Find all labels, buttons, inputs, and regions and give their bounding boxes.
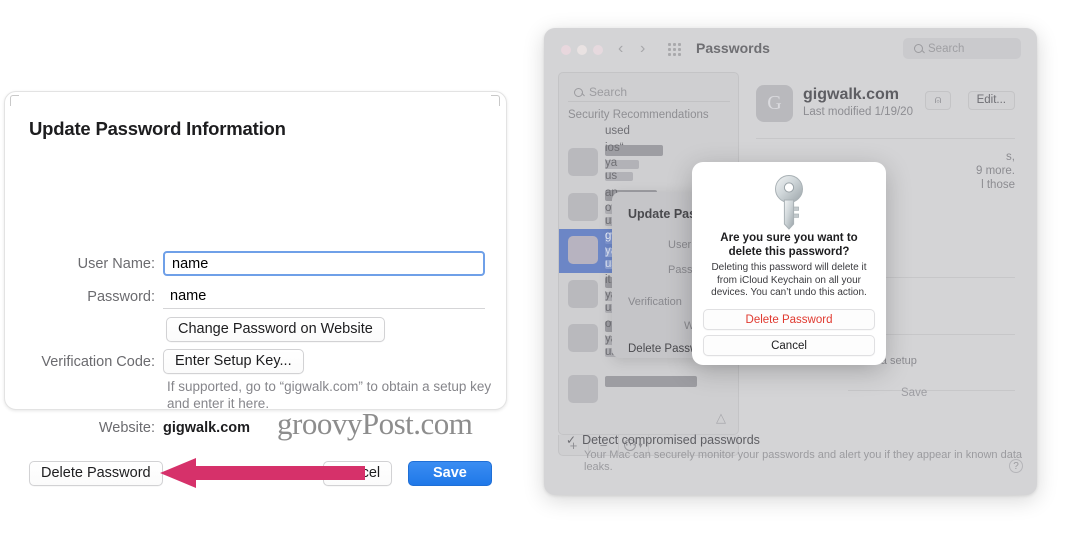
list-item-fragment: used: [605, 125, 630, 137]
website-label: Website:: [98, 420, 155, 436]
grid-icon[interactable]: [668, 43, 681, 56]
username-input[interactable]: name: [163, 251, 485, 276]
search-icon: [914, 44, 923, 53]
list-item-fragment: ya: [605, 157, 618, 169]
divider: [756, 138, 1015, 139]
watermark: groovyPost.com: [277, 406, 473, 441]
username-row: User Name: name: [29, 251, 485, 276]
change-password-on-website-button[interactable]: Change Password on Website: [166, 317, 385, 342]
alert-body: Deleting this password will delete it fr…: [711, 262, 867, 298]
share-icon[interactable]: ⍝: [925, 91, 951, 110]
website-row: Website: gigwalk.com: [29, 420, 250, 436]
detail-site-title: gigwalk.com: [803, 86, 900, 103]
website-value: gigwalk.com: [163, 420, 251, 436]
background-sheet-verification-label: Verification: [628, 296, 682, 308]
sidebar-search-placeholder: Search: [589, 85, 628, 99]
site-avatar: G: [756, 85, 793, 122]
detect-compromised-passwords-label: Detect compromised passwords: [582, 433, 760, 447]
detail-last-modified: Last modified 1/19/20: [803, 106, 913, 118]
list-item-thumbnail: [568, 280, 598, 308]
list-item-thumbnail: [568, 193, 598, 221]
list-item-thumbnail: [568, 375, 598, 403]
verification-code-row: Verification Code: Enter Setup Key...: [29, 349, 304, 374]
delete-confirmation-alert: Are you sure you want to delete this pas…: [692, 162, 886, 365]
background-sheet-username-label: User: [668, 239, 692, 251]
verification-code-label: Verification Code:: [41, 353, 155, 370]
sidebar-search-input[interactable]: Search: [568, 83, 730, 102]
username-label: User Name:: [77, 255, 155, 272]
save-button[interactable]: Save: [408, 461, 492, 486]
detail-text-fragment: l those: [981, 179, 1015, 191]
list-item-fragment: us: [605, 170, 618, 182]
update-password-dialog: Update Password Information User Name: n…: [4, 91, 507, 488]
delete-password-button[interactable]: Delete Password: [29, 461, 163, 486]
close-window-button[interactable]: [561, 45, 571, 55]
edit-button[interactable]: Edit...: [967, 91, 1015, 110]
warning-triangle-icon: △: [716, 410, 726, 425]
screenshot-root: Update Password Information User Name: n…: [0, 0, 1080, 549]
password-input[interactable]: name: [163, 284, 485, 309]
password-row: Password: name: [29, 284, 485, 309]
chevron-right-icon[interactable]: ›: [640, 40, 645, 58]
password-label: Password:: [87, 288, 155, 305]
list-item-thumbnail: [568, 324, 598, 352]
divider: [848, 390, 1015, 391]
list-item-fragment: ios“: [605, 142, 624, 154]
background-sheet-password-label: Pass: [668, 264, 693, 276]
dialog-title: Update Password Information: [29, 118, 286, 139]
help-button[interactable]: ?: [1009, 459, 1023, 473]
detect-compromised-passwords-row[interactable]: ✓ Detect compromised passwords Your Mac …: [566, 433, 1023, 473]
toolbar-search-placeholder: Search: [928, 42, 965, 55]
dialog-corner-mark-right: [491, 95, 500, 106]
key-icon: [775, 175, 803, 230]
background-sheet-delete-button[interactable]: Delete Passw: [628, 343, 698, 355]
detect-compromised-passwords-sublabel: Your Mac can securely monitor your passw…: [584, 449, 1022, 473]
toolbar-search-field[interactable]: Search: [903, 38, 1021, 59]
checkmark-icon: ✓: [566, 433, 577, 447]
chevron-left-icon[interactable]: ‹: [618, 40, 623, 58]
cancel-button[interactable]: Cancel: [323, 461, 393, 486]
window-titlebar: ‹ › Passwords Search: [544, 28, 1037, 70]
window-title: Passwords: [696, 40, 770, 56]
enter-setup-key-button[interactable]: Enter Setup Key...: [163, 349, 304, 374]
background-sheet-save-button[interactable]: Save: [901, 387, 927, 399]
alert-cancel-button[interactable]: Cancel: [703, 335, 875, 356]
redacted-bar: [605, 376, 697, 387]
sidebar-section-header: Security Recommendations: [568, 109, 709, 121]
minimize-window-button[interactable]: [577, 45, 587, 55]
dialog-corner-mark-left: [10, 95, 19, 106]
list-item[interactable]: [559, 368, 738, 412]
detail-text-fragment: 9 more.: [976, 165, 1015, 177]
zoom-window-button[interactable]: [593, 45, 603, 55]
detail-text-fragment: s,: [1006, 151, 1015, 163]
alert-delete-password-button[interactable]: Delete Password: [703, 309, 875, 330]
list-item-thumbnail: [568, 148, 598, 176]
search-icon: [574, 87, 583, 97]
list-item-thumbnail: [568, 236, 598, 264]
alert-title: Are you sure you want to delete this pas…: [720, 232, 858, 258]
